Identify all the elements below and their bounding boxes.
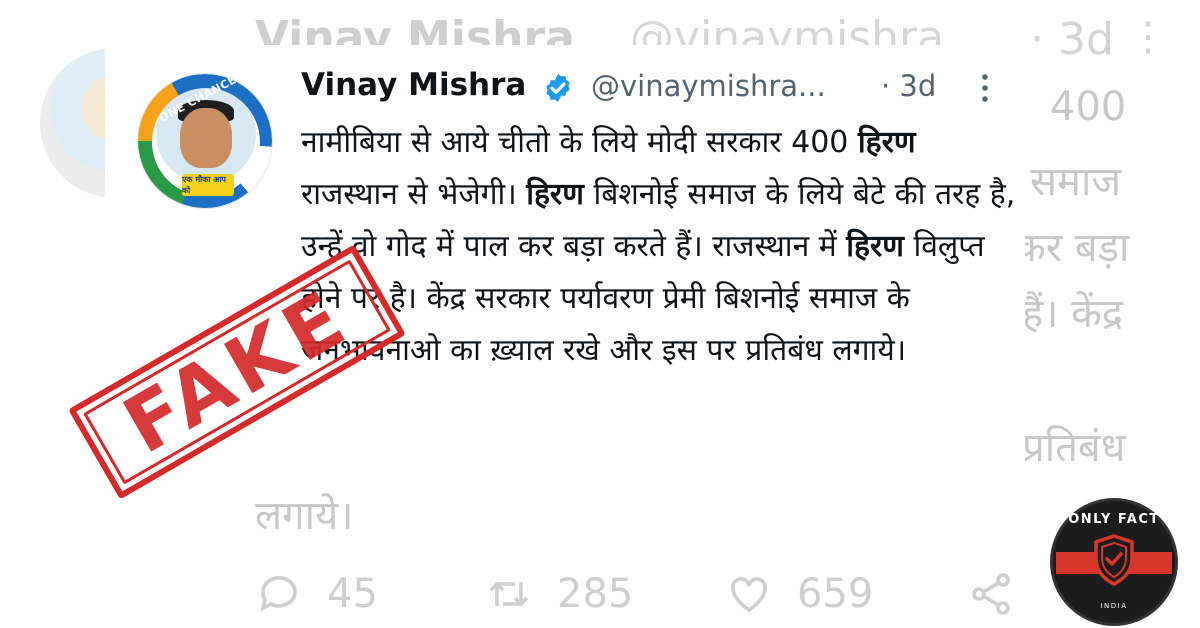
tweet-text-segment: नामीबिया से आये चीतो के लिये मोदी सरकार … [301, 125, 858, 160]
reply-action: 45 [255, 570, 378, 618]
like-count: 659 [797, 571, 874, 617]
shield-check-icon [1094, 534, 1134, 586]
tweet-text-highlight: हिरण [857, 125, 916, 160]
logo-top-text: ONLY FACT [1068, 512, 1160, 527]
more-vertical-icon[interactable] [973, 71, 997, 105]
retweet-action: 285 [485, 570, 633, 618]
tweet-text-highlight: हिरण [846, 229, 904, 264]
background-text-fragment: कर बड़ा [1015, 225, 1130, 271]
only-fact-logo: ONLY FACT INDIA [1050, 498, 1186, 626]
avatar-face [180, 108, 232, 168]
background-text-fragment: लगाये। [255, 493, 354, 539]
logo-bottom-text: INDIA [1100, 602, 1128, 610]
like-icon [731, 577, 767, 613]
avatar-badge: एक मौका आप को [182, 174, 234, 196]
background-text-fragment: हैं। केंद्र [1022, 291, 1124, 337]
tweet-text-highlight: हिरण [526, 177, 584, 212]
background-timestamp: · 3d [1030, 14, 1114, 65]
reply-count: 45 [327, 571, 378, 617]
share-icon [972, 573, 1010, 615]
author-handle[interactable]: @vinaymishra... [591, 69, 826, 103]
tweet-timestamp[interactable]: · 3d [881, 69, 936, 103]
retweet-icon [489, 581, 529, 607]
background-more-icon: ⋮ [1128, 14, 1168, 60]
tweet-text: नामीबिया से आये चीतो के लिये मोदी सरकार … [301, 117, 1016, 377]
author-name[interactable]: Vinay Mishra [301, 67, 526, 103]
retweet-count: 285 [557, 571, 634, 617]
tweet-text-segment: राजस्थान से भेजेगी। [301, 177, 527, 212]
background-text-fragment: समाज [1030, 159, 1121, 205]
background-text-fragment: प्रतिबंध [1022, 425, 1126, 471]
share-action [967, 570, 1015, 618]
background-text-fragment: 400 [1050, 84, 1127, 130]
verified-badge-icon [546, 74, 570, 102]
reply-icon [260, 576, 297, 612]
avatar[interactable]: ONE CHANCE TO AAP एक मौका आप को [137, 73, 273, 209]
like-action: 659 [725, 570, 873, 618]
background-action-bar: 45 285 659 [255, 570, 1045, 628]
